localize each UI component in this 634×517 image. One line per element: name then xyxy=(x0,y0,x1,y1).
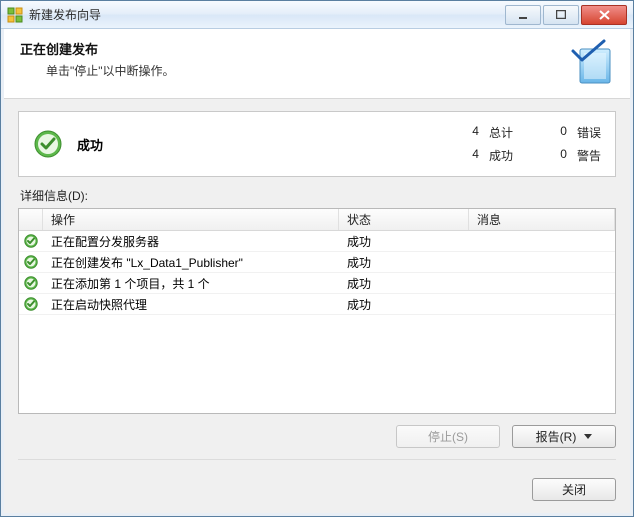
titlebar[interactable]: 新建发布向导 xyxy=(1,1,633,29)
warning-label: 警告 xyxy=(577,147,601,164)
row-status: 成功 xyxy=(339,275,469,292)
details-label: 详细信息(D): xyxy=(20,187,614,204)
row-status: 成功 xyxy=(339,233,469,250)
row-status-icon xyxy=(19,276,43,290)
minimize-button[interactable] xyxy=(505,5,541,25)
row-status: 成功 xyxy=(339,296,469,313)
page-title: 正在创建发布 xyxy=(20,39,614,58)
table-row[interactable]: 正在启动快照代理成功 xyxy=(19,294,615,315)
table-row[interactable]: 正在创建发布 "Lx_Data1_Publisher"成功 xyxy=(19,252,615,273)
row-operation: 正在启动快照代理 xyxy=(43,296,339,313)
header-graphic-icon xyxy=(566,37,618,92)
row-status-icon xyxy=(19,255,43,269)
summary-status: 成功 xyxy=(77,135,103,154)
close-button[interactable]: 关闭 xyxy=(532,478,616,501)
footer: 关闭 xyxy=(4,468,630,513)
row-status-icon xyxy=(19,297,43,311)
stop-button: 停止(S) xyxy=(396,425,500,448)
success-icon xyxy=(33,129,63,159)
page-subtitle: 单击"停止"以中断操作。 xyxy=(46,62,614,79)
summary-stats: 4 总计 4 成功 0 错误 0 xyxy=(465,124,601,164)
warning-count: 0 xyxy=(553,147,567,164)
row-operation: 正在配置分发服务器 xyxy=(43,233,339,250)
grid-header: 操作 状态 消息 xyxy=(19,209,615,231)
stop-button-label: 停止(S) xyxy=(428,428,468,445)
row-status: 成功 xyxy=(339,254,469,271)
maximize-button[interactable] xyxy=(543,5,579,25)
total-count: 4 xyxy=(465,124,479,141)
total-label: 总计 xyxy=(489,124,513,141)
chevron-down-icon xyxy=(584,434,592,439)
col-operation[interactable]: 操作 xyxy=(43,209,339,230)
error-count: 0 xyxy=(553,124,567,141)
row-operation: 正在创建发布 "Lx_Data1_Publisher" xyxy=(43,254,339,271)
wizard-header: 正在创建发布 单击"停止"以中断操作。 xyxy=(4,29,630,99)
close-window-button[interactable] xyxy=(581,5,627,25)
table-row[interactable]: 正在配置分发服务器成功 xyxy=(19,231,615,252)
app-icon xyxy=(7,7,23,23)
col-status[interactable]: 状态 xyxy=(339,209,469,230)
table-row[interactable]: 正在添加第 1 个项目，共 1 个成功 xyxy=(19,273,615,294)
summary-panel: 成功 4 总计 4 成功 0 xyxy=(18,111,616,177)
row-status-icon xyxy=(19,234,43,248)
col-message[interactable]: 消息 xyxy=(469,209,615,230)
wizard-window: 新建发布向导 正在创建发布 单击"停止"以中断操作。 xyxy=(0,0,634,517)
client-area: 正在创建发布 单击"停止"以中断操作。 xyxy=(1,29,633,516)
window-title: 新建发布向导 xyxy=(29,6,101,23)
row-operation: 正在添加第 1 个项目，共 1 个 xyxy=(43,275,339,292)
error-label: 错误 xyxy=(577,124,601,141)
results-grid[interactable]: 操作 状态 消息 正在配置分发服务器成功正在创建发布 "Lx_Data1_Pub… xyxy=(18,208,616,414)
success-count: 4 xyxy=(465,147,479,164)
close-button-label: 关闭 xyxy=(562,481,586,498)
report-button[interactable]: 报告(R) xyxy=(512,425,616,448)
success-label: 成功 xyxy=(489,147,513,164)
report-button-label: 报告(R) xyxy=(536,428,577,445)
